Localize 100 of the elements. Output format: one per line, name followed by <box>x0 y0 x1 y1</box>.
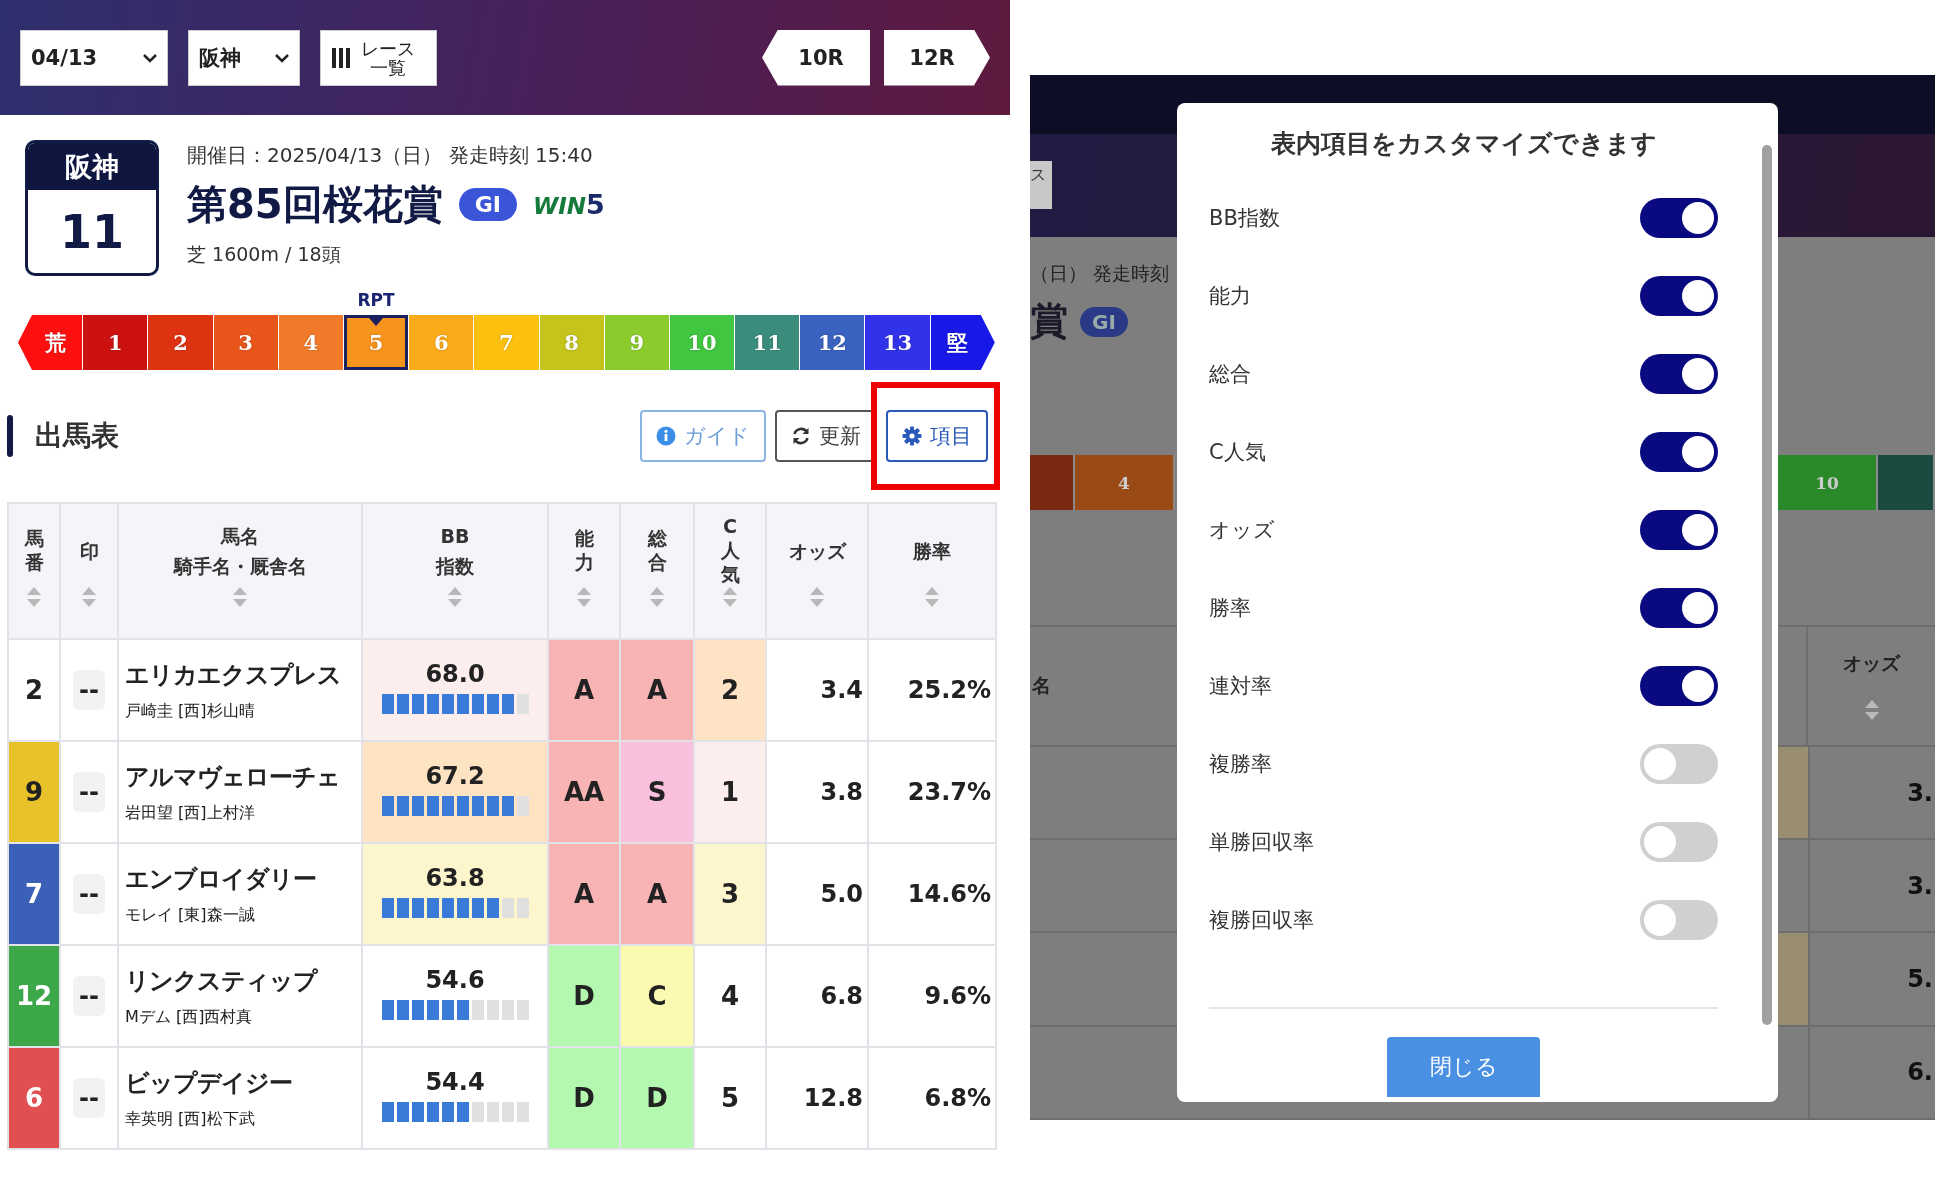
refresh-icon <box>791 426 811 446</box>
toggle-switch[interactable] <box>1640 588 1718 628</box>
scrollbar[interactable] <box>1762 145 1772 1025</box>
sort-icon <box>722 586 738 608</box>
race-list-button[interactable]: ス <box>1030 161 1052 210</box>
settings-button[interactable]: 項目 <box>886 410 988 462</box>
scale-segment: 荒 <box>18 315 83 370</box>
horse-name[interactable]: エンブロイダリー <box>125 862 361 895</box>
toggle-switch[interactable] <box>1640 198 1718 238</box>
toggle-switch[interactable] <box>1640 666 1718 706</box>
setting-label: 総合 <box>1209 361 1251 388</box>
table-cell: A <box>620 843 694 945</box>
race-number: 11 <box>59 203 125 261</box>
course-info: 芝 1600m / 18頭 <box>187 242 342 267</box>
table-cell: 1 <box>694 741 766 843</box>
grade-badge: GI <box>1080 306 1128 337</box>
toggle-switch[interactable] <box>1640 276 1718 316</box>
setting-label: 単勝回収率 <box>1209 829 1314 856</box>
column-header: 名 <box>1032 673 1051 698</box>
toggle-switch[interactable] <box>1640 432 1718 472</box>
column-header[interactable]: 馬 番 <box>8 503 60 639</box>
horse-name[interactable]: ビップデイジー <box>125 1066 361 1099</box>
previous-race-button[interactable]: 10R <box>762 29 870 86</box>
bb-index-value: 67.2 <box>424 762 486 790</box>
table-cell: 5. <box>1808 933 1935 1025</box>
sort-icon <box>26 586 42 608</box>
table-cell: 3.4 <box>766 639 868 741</box>
toggle-switch[interactable] <box>1640 744 1718 784</box>
scale-segment: 10 <box>1778 455 1878 511</box>
table-cell: AA <box>548 741 620 843</box>
venue-label: 阪神 <box>28 143 156 190</box>
toggle-switch[interactable] <box>1640 822 1718 862</box>
table-cell: 9.6% <box>868 945 996 1047</box>
table-cell: D <box>548 1047 620 1149</box>
table-cell: 6. <box>1808 1026 1935 1119</box>
scale-segment: 1 <box>83 315 148 370</box>
table-cell: D <box>620 1047 694 1149</box>
sort-icon <box>649 586 665 608</box>
jockey-trainer: 戸崎圭 [西]杉山晴 <box>125 700 256 722</box>
horse-name[interactable]: エリカエクスプレス <box>125 658 361 691</box>
next-race-button[interactable]: 12R <box>884 29 990 86</box>
jockey-trainer: モレイ [東]森一誠 <box>125 904 256 926</box>
mark-chip[interactable]: -- <box>73 670 105 710</box>
jockey-trainer: Mデム [西]西村真 <box>125 1006 254 1028</box>
venue-select[interactable]: 阪神 <box>188 29 300 86</box>
table-cell: 25.2% <box>868 639 996 741</box>
race-date-time: （日） 発走時刻 <box>1030 260 1170 286</box>
setting-label: オッズ <box>1209 517 1275 544</box>
column-header[interactable]: C 人 気 <box>694 503 766 639</box>
table-cell: 5.0 <box>766 843 868 945</box>
toggle-switch[interactable] <box>1640 900 1718 940</box>
horse-name[interactable]: リンクスティップ <box>125 964 361 997</box>
setting-label: 能力 <box>1209 283 1251 310</box>
column-header[interactable]: BB 指数 <box>362 503 548 639</box>
sort-icon <box>232 586 248 608</box>
table-cell: 3 <box>694 843 766 945</box>
table-cell: 6.8% <box>868 1047 996 1149</box>
scale-segment: 11 <box>735 315 800 370</box>
list-icon <box>331 46 351 69</box>
date-select[interactable]: 04/13 <box>20 29 168 86</box>
column-header[interactable]: 馬名 騎手名・厩舎名 <box>118 503 362 639</box>
table-cell: 7 <box>8 843 60 945</box>
scale-segment: 10 <box>669 315 735 370</box>
table-cell: A <box>548 639 620 741</box>
setting-label: BB指数 <box>1209 205 1280 232</box>
section-title: 出馬表 <box>35 418 119 454</box>
table-cell: 12 <box>8 945 60 1047</box>
bb-index-value: 54.6 <box>424 966 486 994</box>
mark-chip[interactable]: -- <box>73 874 105 914</box>
scale-segment: 3 <box>213 315 278 370</box>
toggle-switch[interactable] <box>1640 510 1718 550</box>
caret-icon <box>143 52 157 63</box>
scale-segment: 8 <box>539 315 604 370</box>
race-title: 第85回桜花賞 <box>187 180 443 229</box>
column-header[interactable]: 能 力 <box>548 503 620 639</box>
table-cell: 2 <box>8 639 60 741</box>
mark-chip[interactable]: -- <box>73 1078 105 1118</box>
jockey-trainer: 岩田望 [西]上村洋 <box>125 802 256 824</box>
sort-icon <box>809 586 825 608</box>
mark-chip[interactable]: -- <box>73 772 105 812</box>
table-cell: 12.8 <box>766 1047 868 1149</box>
horse-name[interactable]: アルマヴェローチェ <box>125 760 361 793</box>
column-header[interactable]: 印 <box>60 503 118 639</box>
table-cell: 14.6% <box>868 843 996 945</box>
race-list-button[interactable]: レース 一覧 <box>320 29 437 86</box>
table-cell: 4 <box>694 945 766 1047</box>
scale-segment: 2 <box>148 315 213 370</box>
sort-icon <box>576 586 592 608</box>
table-cell: 3.8 <box>766 741 868 843</box>
setting-label: 複勝回収率 <box>1209 907 1314 934</box>
mark-chip[interactable]: -- <box>73 976 105 1016</box>
scale-segment: 12 <box>800 315 865 370</box>
setting-label: C人気 <box>1209 439 1266 466</box>
toggle-switch[interactable] <box>1640 354 1718 394</box>
column-header[interactable]: 勝率 <box>868 503 996 639</box>
table-cell: 6.8 <box>766 945 868 1047</box>
column-header[interactable]: オッズ <box>766 503 868 639</box>
pointer-icon <box>369 318 384 326</box>
table-cell: D <box>548 945 620 1047</box>
column-header[interactable]: 総 合 <box>620 503 694 639</box>
